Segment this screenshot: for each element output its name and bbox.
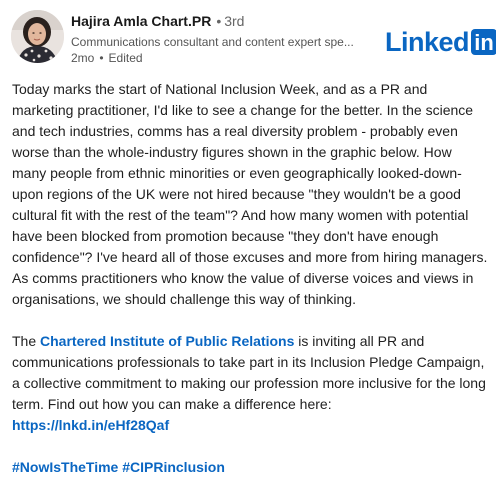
author-name[interactable]: Hajira Amla Chart.PR <box>71 13 211 29</box>
author-row: Hajira Amla Chart.PR • 3rd <box>71 12 244 30</box>
avatar[interactable] <box>11 10 64 63</box>
separator-dot: • <box>216 13 222 29</box>
org-link[interactable]: Chartered Institute of Public Relations <box>40 333 294 349</box>
post-time: 2mo <box>71 51 95 65</box>
post-body: Today marks the start of National Inclus… <box>12 79 488 478</box>
linkedin-logo-icon: Linked in <box>385 27 496 57</box>
profile-photo-icon <box>11 10 64 63</box>
hashtag-link[interactable]: #NowIsTheTime <box>12 459 118 475</box>
url-link[interactable]: https://lnkd.in/eHf28Qaf <box>12 417 169 433</box>
brand-box: in <box>471 29 496 55</box>
post-meta: 2mo • Edited <box>71 51 143 66</box>
post-card: Hajira Amla Chart.PR • 3rd Communications … <box>0 0 496 475</box>
hashtag-link[interactable]: #CIPRinclusion <box>122 459 225 475</box>
meta-dot: • <box>99 51 104 65</box>
p2-prefix: The <box>12 333 41 349</box>
post-paragraph-1: Today marks the start of National Inclus… <box>12 81 488 307</box>
edited-label: Edited <box>108 51 143 65</box>
hashtags: #NowIsTheTime #CIPRinclusion <box>12 457 488 478</box>
connection-degree: 3rd <box>224 13 245 29</box>
brand-word: Linked <box>385 27 470 57</box>
author-headline: Communications consultant and content ex… <box>71 35 354 49</box>
post-paragraph-2: The Chartered Institute of Public Relati… <box>12 331 488 436</box>
